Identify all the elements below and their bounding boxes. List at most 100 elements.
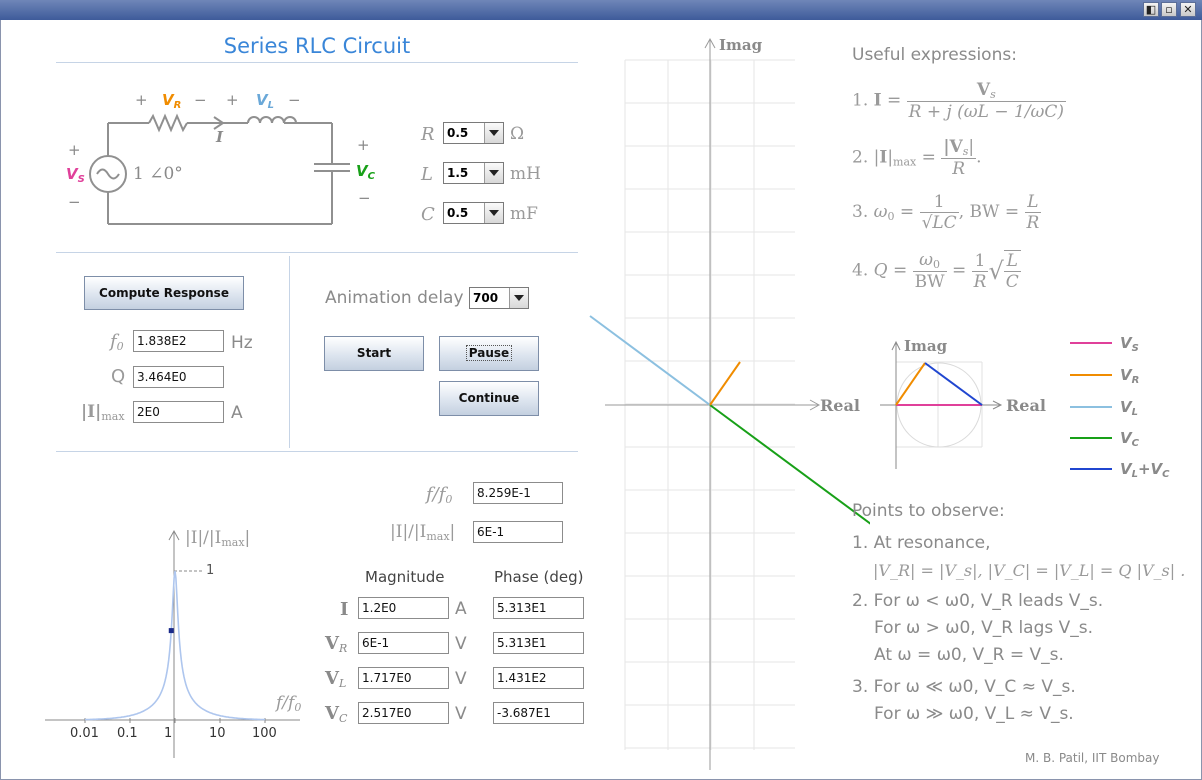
observe-point-3a: 3. For ω ≪ ω0, V_C ≈ V_s. — [852, 677, 1076, 697]
vs-plus-sign: + — [68, 141, 81, 159]
source-value: 1 ∠0° — [133, 164, 183, 184]
f0-field[interactable]: 1.838E2 — [133, 330, 224, 352]
app-title: Series RLC Circuit — [223, 34, 411, 58]
animation-delay-select[interactable]: 700 — [469, 287, 529, 309]
freq-plot-ylabel-main: |I|/|I — [185, 528, 222, 548]
f-ratio-label-main: f/f — [426, 484, 446, 505]
i-ratio-label-main: |I|/|I — [390, 522, 427, 542]
vertical-divider — [289, 256, 290, 448]
response-curve — [84, 570, 266, 721]
vl-plus-sign: + — [226, 91, 239, 109]
legend-vlvc-label: VL+VC — [1120, 460, 1170, 480]
chevron-down-icon[interactable] — [484, 203, 503, 223]
e2-den: R — [952, 159, 966, 179]
f0-label-sub: 0 — [116, 340, 124, 353]
row-vl-label-main: V — [325, 668, 339, 689]
phase-header: Phase (deg) — [494, 568, 584, 586]
vl-label: VL — [256, 91, 274, 111]
legend-vc-line — [1070, 437, 1112, 439]
tick-label-0.01: 0.01 — [70, 726, 99, 741]
divider — [56, 451, 578, 452]
magnitude-header: Magnitude — [365, 568, 445, 586]
vc-label-sub: C — [367, 171, 375, 182]
vr-label: VR — [162, 91, 181, 111]
observe-point-3b: For ω ≫ ω0, V_L ≈ V_s. — [874, 704, 1074, 724]
e1-num-sub: s — [990, 88, 996, 101]
e3-mid: , BW = — [958, 202, 1020, 222]
footer-credit: M. B. Patil, IIT Bombay — [1025, 751, 1160, 765]
expression-2: 2. |I|max = |Vs| R. — [852, 137, 982, 179]
small-imag-label: Imag — [904, 337, 948, 355]
r-select[interactable]: 0.5 — [443, 122, 504, 144]
frequency-response-plot — [45, 529, 300, 758]
continue-button[interactable]: Continue — [439, 381, 539, 416]
legend-vc-label: VC — [1120, 429, 1139, 449]
row-vr-label-sub: R — [338, 642, 348, 655]
current-frequency-marker — [168, 628, 174, 634]
l-select[interactable]: 1.5 — [443, 162, 504, 184]
legend-vs-line — [1070, 342, 1112, 344]
compute-response-button[interactable]: Compute Response — [84, 276, 244, 310]
vc-label-main: V — [356, 162, 368, 180]
current-label: I — [216, 128, 224, 146]
vr-phasor — [709, 361, 741, 406]
imax-field[interactable]: 2E0 — [133, 401, 224, 423]
e1-num: V — [976, 80, 991, 100]
freq-plot-ylabel-end: | — [244, 528, 251, 548]
imax-unit: A — [231, 403, 243, 423]
i-magnitude-field[interactable]: 1.2E0 — [358, 597, 449, 619]
vl-phase-field[interactable]: 1.431E2 — [493, 667, 584, 689]
row-vc-label-main: V — [325, 703, 339, 724]
start-button[interactable]: Start — [324, 336, 424, 371]
f0-label: f0 — [110, 331, 124, 353]
minimize-button[interactable]: ◧ — [1143, 2, 1159, 17]
vc-phase-field[interactable]: -3.687E1 — [493, 702, 584, 724]
vs-label: VS — [66, 165, 85, 185]
legend-vlvc-line — [1070, 468, 1112, 470]
vr-phase-field[interactable]: 5.313E1 — [493, 632, 584, 654]
legend-vs-label-sub: S — [1131, 343, 1139, 354]
c-select[interactable]: 0.5 — [443, 202, 504, 224]
i-phase-field[interactable]: 5.313E1 — [493, 597, 584, 619]
imax-label-main: |I| — [81, 402, 102, 422]
e4-sqrt-num: L — [1003, 251, 1021, 272]
pause-button[interactable]: Pause — [439, 336, 539, 371]
legend-vl-label-main: V — [1120, 398, 1132, 416]
q-field[interactable]: 3.464E0 — [133, 366, 224, 388]
observe-point-2c: At ω = ω0, V_R = V_s. — [874, 645, 1064, 665]
vl-magnitude-field[interactable]: 1.717E0 — [358, 667, 449, 689]
e4-num: ω — [919, 250, 934, 270]
maximize-button[interactable]: ▫ — [1161, 2, 1177, 17]
chevron-down-icon[interactable] — [484, 123, 503, 143]
f-ratio-field[interactable]: 8.259E-1 — [473, 482, 563, 504]
legend-vr-label-main: V — [1120, 366, 1132, 384]
f0-label-main: f — [110, 331, 117, 352]
vs-label-main: V — [66, 165, 78, 183]
e4-num2: 1 — [971, 251, 989, 272]
vr-magnitude-field[interactable]: 6E-1 — [358, 632, 449, 654]
tick-label-0.1: 0.1 — [117, 726, 138, 741]
divider — [56, 252, 578, 253]
row-vl-label: VL — [325, 668, 346, 690]
vr-minus-sign: − — [194, 91, 207, 109]
expressions-title: Useful expressions: — [852, 45, 1017, 65]
i-ratio-field[interactable]: 6E-1 — [473, 521, 563, 543]
vs-minus-sign: − — [68, 193, 81, 211]
tick-label-10: 10 — [209, 726, 226, 741]
chevron-down-icon[interactable] — [509, 288, 528, 308]
tick-label-100: 100 — [252, 726, 277, 741]
legend-vr-line — [1070, 374, 1112, 376]
animation-delay-value: 700 — [473, 291, 499, 305]
observe-point-1a: 1. At resonance, — [852, 533, 991, 553]
vr-plus-sign: + — [135, 91, 148, 109]
animation-delay-label: Animation delay — [325, 288, 464, 308]
row-vr-label: VR — [325, 633, 347, 655]
vc-phasor — [709, 404, 870, 525]
vc-magnitude-field[interactable]: 2.517E0 — [358, 702, 449, 724]
chevron-down-icon[interactable] — [484, 163, 503, 183]
legend-vs-label: VS — [1120, 334, 1139, 354]
close-button[interactable]: ✕ — [1180, 2, 1196, 17]
q-label: Q — [111, 366, 126, 387]
vc-minus-sign: − — [358, 189, 371, 207]
expression-1: 1. I = Vs R + j (ωL − 1/ωC) — [852, 80, 1067, 122]
